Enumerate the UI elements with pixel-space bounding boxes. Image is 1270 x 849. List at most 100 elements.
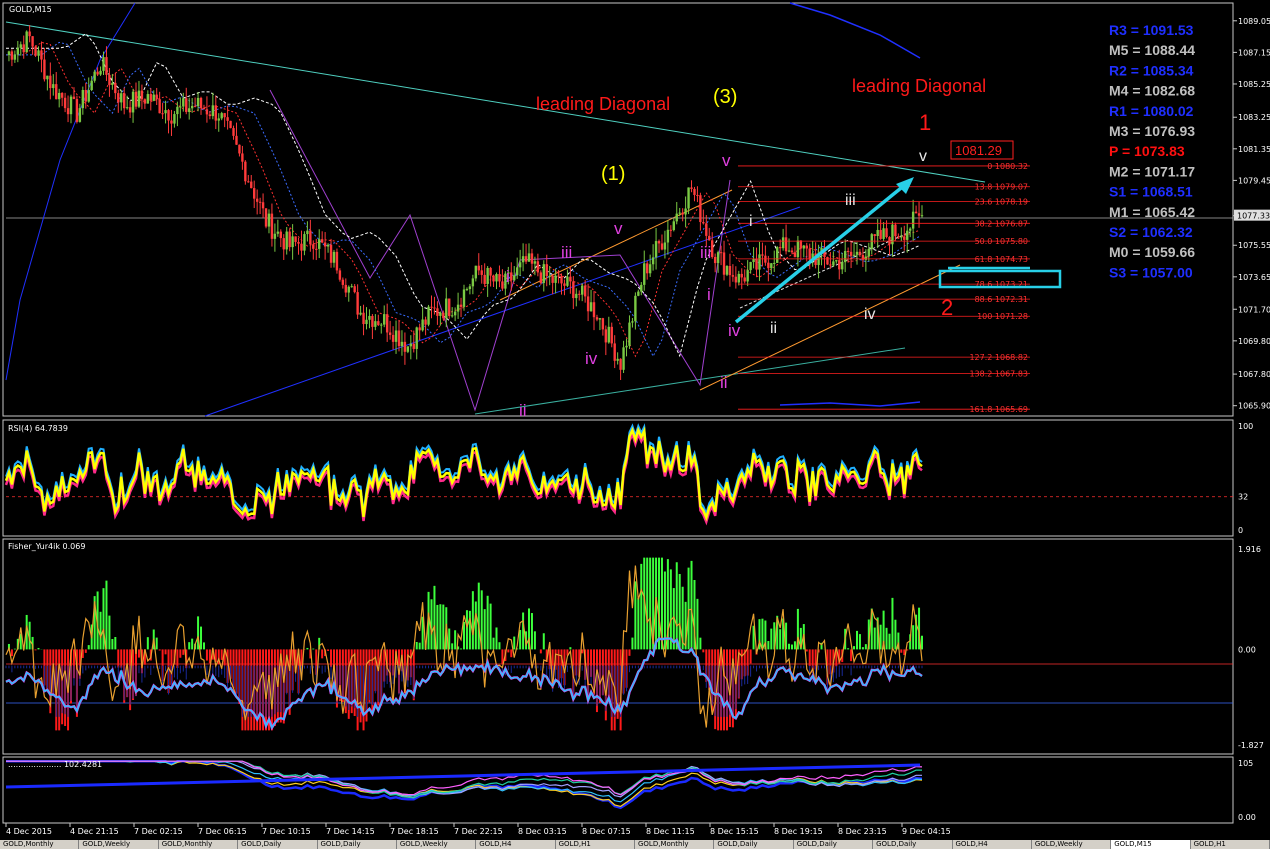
time-tick-label: 7 Dec 14:15 bbox=[326, 827, 375, 836]
candle-body bbox=[557, 275, 560, 277]
candle-body bbox=[793, 252, 797, 258]
chart-tab[interactable]: GOLD,H4 bbox=[476, 840, 556, 849]
zigzag-line bbox=[269, 89, 731, 412]
chart-tab[interactable]: GOLD,M15 bbox=[1111, 840, 1191, 849]
candle-body bbox=[120, 93, 123, 103]
leading-diagonal-left-label: leading Diagonal bbox=[536, 94, 670, 114]
candle-body bbox=[566, 276, 569, 286]
bottom-axis-label: 105 bbox=[1238, 759, 1253, 768]
candle-body bbox=[338, 270, 342, 280]
time-tick-label: 7 Dec 10:15 bbox=[262, 827, 311, 836]
pivot-level-label: R1 = 1080.02 bbox=[1109, 103, 1194, 119]
candle-body bbox=[716, 252, 720, 264]
chart-canvas[interactable]: 0 1080.32 13.8 1079.07 23.6 1078.19 38.2 10… bbox=[0, 0, 1270, 840]
candle-body bbox=[117, 93, 120, 103]
candle-body bbox=[897, 236, 900, 238]
candle-body bbox=[453, 311, 457, 316]
fib-label: 88.6 1072.31 bbox=[975, 295, 1028, 304]
chart-tab[interactable]: GOLD,Daily bbox=[238, 840, 318, 849]
candle-body bbox=[403, 341, 407, 352]
chart-tab[interactable]: GOLD,H4 bbox=[953, 840, 1032, 849]
candle-body bbox=[217, 118, 220, 121]
candle-body bbox=[60, 92, 64, 98]
chart-tab[interactable]: GOLD,Daily bbox=[873, 840, 953, 849]
candle-body bbox=[595, 317, 599, 320]
candle-body bbox=[539, 272, 543, 283]
pivot-level-label: M4 = 1082.68 bbox=[1109, 83, 1195, 99]
chart-tab[interactable]: GOLD,Weekly bbox=[1032, 840, 1112, 849]
candle-body bbox=[917, 213, 921, 216]
chart-tab[interactable]: GOLD,Weekly bbox=[397, 840, 477, 849]
candle-body bbox=[350, 286, 353, 288]
candle-body bbox=[743, 277, 746, 282]
candle-body bbox=[548, 275, 551, 277]
candle-body bbox=[669, 229, 673, 231]
fisher-pane[interactable] bbox=[2, 538, 1234, 755]
candle-body bbox=[486, 267, 489, 285]
candle-body bbox=[849, 251, 853, 256]
candle-body bbox=[137, 90, 141, 107]
candle-body bbox=[436, 308, 439, 316]
candle-body bbox=[456, 304, 460, 312]
projection-arrow[interactable] bbox=[734, 182, 908, 324]
candle-body bbox=[483, 274, 486, 285]
chart-tab[interactable]: GOLD,Monthly bbox=[635, 840, 715, 849]
candle-body bbox=[643, 263, 646, 285]
chart-tab[interactable]: GOLD,Weekly bbox=[79, 840, 159, 849]
candle-body bbox=[374, 321, 377, 327]
candle-body bbox=[362, 312, 365, 325]
candle-body bbox=[353, 286, 356, 293]
candle-body bbox=[63, 97, 67, 109]
left-band bbox=[5, 2, 136, 381]
candle-body bbox=[34, 46, 37, 56]
candle-body bbox=[391, 334, 395, 342]
candle-body bbox=[867, 248, 871, 257]
chart-tab[interactable]: GOLD,H1 bbox=[1191, 840, 1270, 849]
candle-body bbox=[285, 231, 288, 250]
chart-tab[interactable]: GOLD,Daily bbox=[318, 840, 397, 849]
candle-body bbox=[179, 106, 182, 108]
candle-body bbox=[19, 44, 22, 48]
candle-body bbox=[380, 324, 383, 326]
candle-body bbox=[253, 188, 256, 199]
bottom-pane[interactable] bbox=[2, 756, 1234, 824]
time-tick-label: 8 Dec 15:15 bbox=[710, 827, 759, 836]
candle-body bbox=[900, 236, 903, 238]
fib-label: 61.8 1074.73 bbox=[975, 255, 1028, 264]
fib-label: 0 1080.32 bbox=[987, 162, 1028, 171]
candle-body bbox=[773, 262, 776, 264]
fisher-axis-label: 1.916 bbox=[1238, 545, 1261, 554]
candle-body bbox=[229, 120, 232, 129]
candle-body bbox=[903, 236, 906, 240]
ma-red bbox=[6, 41, 920, 358]
bottom-axis-label: 0.00 bbox=[1238, 813, 1256, 822]
chart-tab[interactable]: GOLD,H1 bbox=[556, 840, 635, 849]
candle-body bbox=[678, 212, 681, 214]
candle-body bbox=[696, 194, 699, 196]
upper-band bbox=[789, 2, 921, 59]
fib-label: 127.2 1068.82 bbox=[969, 353, 1028, 362]
time-tick-label: 7 Dec 18:15 bbox=[390, 827, 439, 836]
chart-tab[interactable]: GOLD,Monthly bbox=[159, 840, 239, 849]
candle-body bbox=[530, 253, 534, 264]
chart-tab-bar: GOLD,Monthly GOLD,Weekly GOLD,Monthly GOLD,… bbox=[0, 840, 1270, 849]
candle-body bbox=[920, 215, 924, 217]
wave-ii-magenta-label: ii bbox=[519, 401, 527, 420]
chart-tab[interactable]: GOLD,Daily bbox=[714, 840, 794, 849]
candle-body bbox=[607, 326, 610, 343]
candle-body bbox=[740, 273, 743, 278]
candle-body bbox=[829, 264, 832, 266]
candle-body bbox=[400, 341, 404, 347]
candle-body bbox=[22, 44, 25, 53]
target-price-text: 1081.29 bbox=[955, 143, 1002, 158]
candle-body bbox=[122, 93, 126, 109]
chart-tab[interactable]: GOLD,Daily bbox=[794, 840, 874, 849]
chart-tab[interactable]: GOLD,Monthly bbox=[0, 840, 80, 849]
candle-body bbox=[654, 241, 658, 258]
wave-v-magenta-label: v bbox=[614, 219, 623, 238]
candle-body bbox=[297, 241, 300, 244]
candle-body bbox=[778, 247, 782, 249]
candle-body bbox=[613, 343, 616, 361]
pivot-level-label: M1 = 1065.42 bbox=[1109, 204, 1195, 220]
candle-body bbox=[498, 274, 501, 282]
